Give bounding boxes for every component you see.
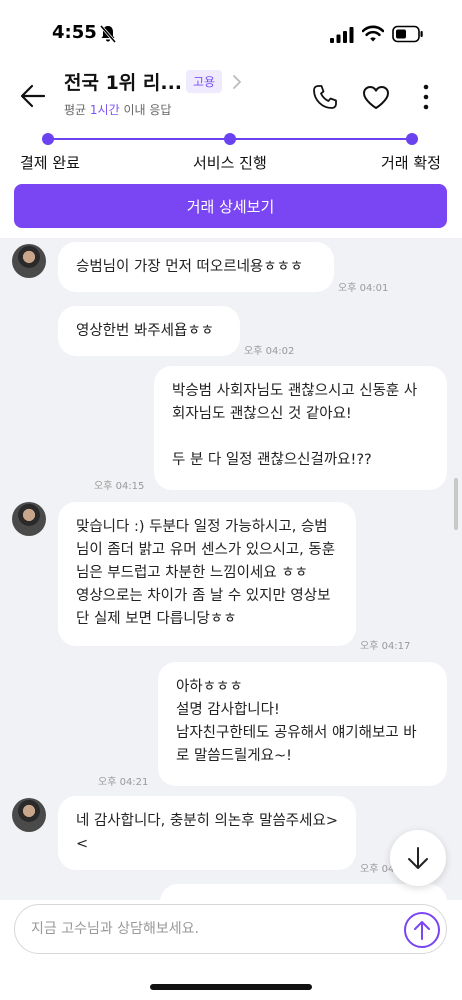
message-bubble-received: 맞습니다 :) 두분다 일정 가능하시고, 승범님이 좀더 밝고 유머 센스가 … — [58, 502, 356, 646]
chat-title[interactable]: 전국 1위 리... — [64, 68, 182, 95]
step-label-confirm: 거래 확정 — [381, 154, 441, 172]
message-bubble-sent: 박승범 사회자님도 괜찮으시고 신동훈 사회자님도 괜찮으신 것 같아요! 두 … — [154, 366, 447, 490]
message-bubble-received: 영상한번 봐주세욥ㅎㅎ — [58, 306, 240, 356]
more-vertical-icon[interactable] — [421, 84, 431, 110]
step-label-payment: 결제 완료 — [20, 154, 80, 172]
heart-icon[interactable] — [362, 85, 390, 110]
message-bubble-sent: 아하ㅎㅎㅎ 설명 감사합니다! 남자친구한테도 공유해서 얘기해보고 바로 말씀… — [158, 662, 447, 786]
message-time: 오후 04:17 — [360, 641, 411, 652]
bell-off-icon — [100, 25, 116, 43]
deal-detail-button[interactable]: 거래 상세보기 — [14, 184, 447, 228]
progress-dot-3 — [406, 133, 418, 145]
chevron-right-icon[interactable] — [232, 75, 242, 89]
status-time: 4:55 — [52, 22, 97, 43]
scrollbar-thumb[interactable] — [454, 478, 458, 530]
response-time-highlight: 1시간 — [89, 103, 120, 117]
scroll-to-bottom-button[interactable] — [390, 830, 446, 886]
progress-dot-2 — [224, 133, 236, 145]
home-indicator — [150, 984, 312, 990]
avatar[interactable] — [12, 244, 46, 278]
message-bubble-sent-partial — [160, 884, 447, 900]
send-button[interactable] — [404, 912, 440, 948]
avatar[interactable] — [12, 502, 46, 536]
message-time: 오후 04 — [360, 864, 395, 875]
message-input[interactable] — [31, 917, 391, 941]
message-input-box[interactable] — [14, 904, 447, 954]
message-time: 오후 04:15 — [94, 481, 145, 492]
status-bar: 4:55 — [0, 0, 462, 62]
response-time-prefix: 평균 — [64, 103, 90, 117]
back-arrow-icon[interactable] — [20, 84, 46, 108]
response-time-suffix: 이내 응답 — [119, 103, 172, 117]
message-time: 오후 04:21 — [98, 777, 149, 788]
step-label-service: 서비스 진행 — [193, 154, 267, 172]
message-bubble-received: 네 감사합니다, 충분히 의논후 말씀주세요>< — [58, 796, 356, 870]
deal-progress: 결제 완료 서비스 진행 거래 확정 — [0, 122, 462, 182]
hire-badge: 고용 — [186, 70, 223, 93]
signal-icon — [330, 27, 354, 43]
arrow-up-icon — [414, 921, 430, 940]
battery-icon — [392, 25, 423, 43]
avatar[interactable] — [12, 798, 46, 832]
response-time: 평균 1시간 이내 응답 — [64, 101, 171, 118]
message-time: 오후 04:02 — [244, 346, 295, 357]
chat-area[interactable]: 승범님이 가장 먼저 떠오르네용ㅎㅎㅎ 오후 04:01 영상한번 봐주세욥ㅎㅎ… — [0, 238, 462, 900]
phone-icon[interactable] — [312, 84, 338, 110]
message-bubble-received: 승범님이 가장 먼저 떠오르네용ㅎㅎㅎ — [58, 242, 334, 292]
progress-dot-1 — [42, 133, 54, 145]
wifi-icon — [362, 25, 384, 42]
chat-header: 전국 1위 리... 고용 평균 1시간 이내 응답 — [0, 62, 462, 122]
message-time: 오후 04:01 — [338, 283, 389, 294]
arrow-down-icon — [408, 847, 428, 869]
